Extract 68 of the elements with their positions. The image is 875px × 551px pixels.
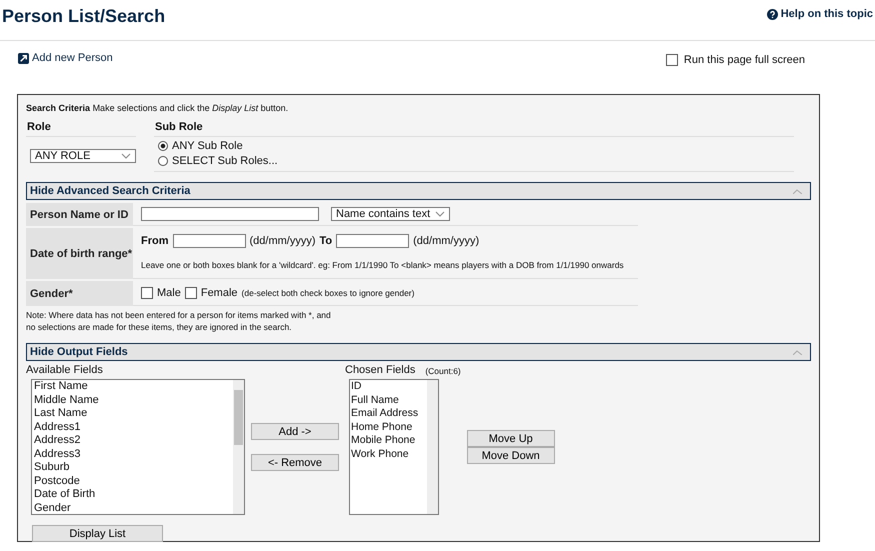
page-title: Person List/Search — [2, 6, 166, 27]
list-item[interactable]: First Name — [34, 380, 233, 394]
checkbox[interactable] — [666, 54, 678, 66]
radio-label: SELECT Sub Roles... — [172, 154, 278, 166]
list-item[interactable]: Gender — [34, 502, 233, 515]
section-header[interactable]: Hide Advanced Search Criteria — [26, 182, 811, 200]
gender-hint: (de-select both check boxes to ignore gender) — [242, 288, 414, 298]
list-item[interactable]: Email Address — [351, 407, 427, 420]
chosen-fields-list[interactable]: ID Full Name Email Address Home Phone Mobile Phone Work Phone — [349, 379, 439, 515]
chevron-icon — [435, 211, 445, 217]
add-button[interactable]: Add -> — [251, 423, 339, 440]
radio-label: ANY Sub Role — [172, 140, 243, 152]
from-date-input[interactable] — [172, 234, 246, 248]
remove-button[interactable]: <- Remove — [251, 454, 339, 471]
list-item[interactable]: Suburb — [34, 461, 233, 474]
note-text: Note: Where data has not been entered for a person for items marked with *, and — [26, 309, 332, 321]
role-dropdown[interactable]: ANY ROLE — [30, 149, 136, 163]
dob-hint-text: Leave one or both boxes blank for a 'wildcard'. eg: From 1/1/1990 To <blank> means players with a DOB from 1/1/1990 onwards — [141, 260, 625, 270]
role-label: Role — [26, 121, 136, 137]
help-link[interactable]: Help on this topic — [766, 8, 873, 20]
list-item[interactable]: Home Phone — [351, 420, 427, 434]
instruction-text: Search Criteria Make selections and click the Display List button. — [26, 103, 290, 113]
scrollbar[interactable] — [233, 380, 244, 514]
available-fields-list[interactable]: First Name Middle Name Last Name Address1 Address2 Address3 Suburb Postcode Date of Birth Gender — [31, 379, 245, 515]
list-item[interactable]: Mobile Phone — [351, 434, 427, 448]
collapse-icon — [793, 350, 802, 354]
gender-label: Male — [157, 287, 181, 299]
list-item[interactable]: Last Name — [34, 407, 233, 420]
date-format-hint: (dd/mm/yyyy) — [413, 235, 480, 247]
add-person-link[interactable]: Add new Person — [18, 51, 113, 65]
list-item[interactable]: ID — [351, 380, 427, 394]
section-header[interactable]: Hide Output Fields — [26, 343, 811, 361]
help-icon — [766, 8, 778, 20]
from-label: From — [141, 235, 168, 247]
list-item[interactable]: Middle Name — [34, 394, 233, 407]
available-fields-label: Available Fields — [26, 364, 104, 376]
list-item[interactable]: Address1 — [34, 420, 233, 434]
to-label: To — [320, 235, 332, 247]
list-item[interactable]: Address3 — [34, 448, 233, 461]
note-text: no selections are made for these items, they are ignored in the search. — [26, 321, 293, 333]
to-date-input[interactable] — [336, 234, 410, 248]
field-label: Person Name or ID — [26, 203, 133, 226]
move-down-button[interactable]: Move Down — [466, 447, 555, 464]
checkbox[interactable] — [141, 287, 153, 299]
list-item[interactable]: Full Name — [351, 394, 427, 407]
sub-role-label: Sub Role — [154, 121, 794, 137]
checkbox[interactable] — [184, 287, 197, 299]
display-list-button[interactable]: Display List — [32, 525, 163, 542]
count-text: (Count:6) — [425, 366, 461, 376]
field-label: Gender* — [26, 281, 133, 306]
gender-label: Female — [200, 287, 238, 299]
list-item[interactable]: Date of Birth — [34, 488, 233, 502]
move-up-button[interactable]: Move Up — [466, 430, 555, 447]
scrollbar[interactable] — [427, 380, 438, 514]
radio-button[interactable] — [158, 140, 168, 150]
name-input[interactable] — [141, 207, 319, 221]
match-dropdown[interactable]: Name contains text — [331, 207, 450, 221]
list-item[interactable]: Work Phone — [351, 448, 427, 461]
full-screen-label: Run this page full screen — [684, 54, 805, 66]
chevron-icon — [121, 153, 131, 159]
chosen-fields-label: Chosen Fields — [345, 364, 416, 376]
field-label: Date of birth range* — [26, 228, 133, 279]
date-format-hint: (dd/mm/yyyy) — [250, 235, 316, 247]
arrow-icon — [18, 52, 29, 64]
collapse-icon — [793, 188, 802, 194]
radio-button[interactable] — [158, 156, 168, 166]
list-item[interactable]: Postcode — [34, 474, 233, 488]
list-item[interactable]: Address2 — [34, 434, 233, 448]
